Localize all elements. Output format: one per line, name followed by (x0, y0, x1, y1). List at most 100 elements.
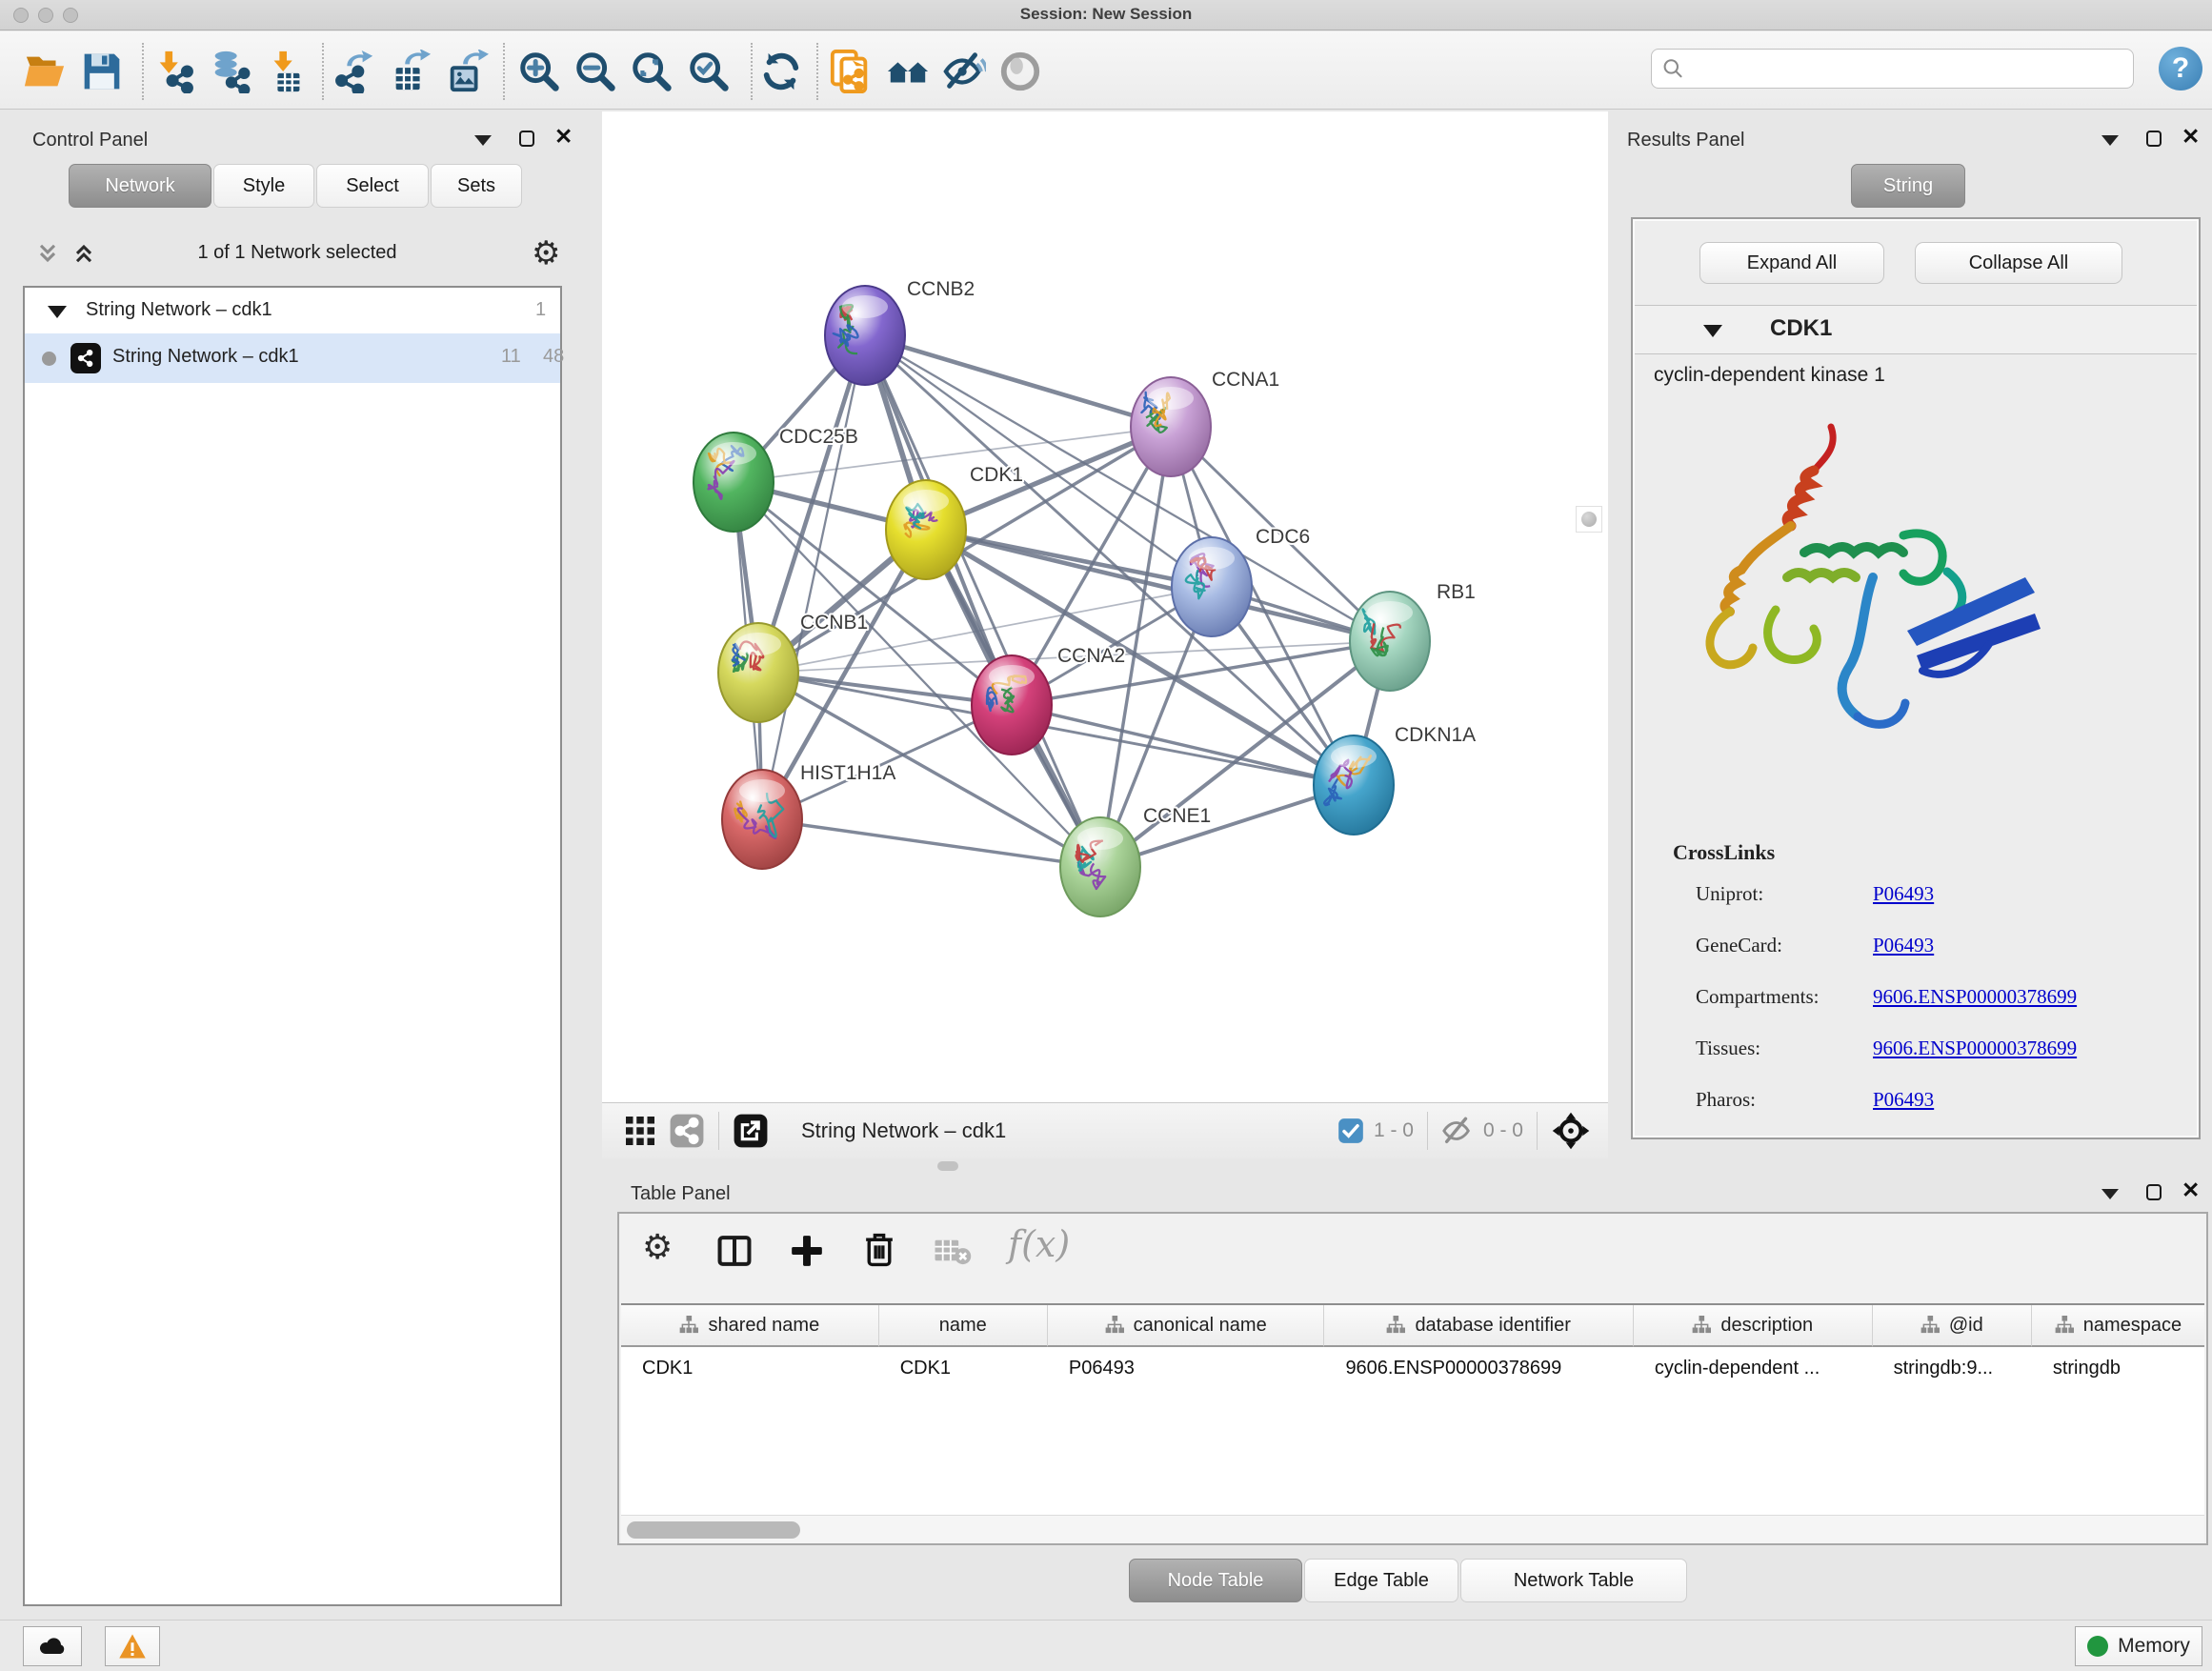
zoom-selected-icon[interactable] (686, 49, 732, 94)
column-header-namespace[interactable]: namespace (2032, 1305, 2204, 1347)
network-node-cdc25b[interactable] (694, 433, 774, 532)
network-node-ccna2[interactable] (972, 655, 1052, 755)
node-label-ccnb1: CCNB1 (800, 612, 868, 634)
open-session-icon[interactable] (22, 49, 68, 94)
table-panel-title: Table Panel (631, 1183, 731, 1205)
tab-node-table[interactable]: Node Table (1129, 1559, 1302, 1602)
show-columns-icon[interactable] (716, 1235, 753, 1267)
result-entry-header[interactable]: CDK1 (1635, 305, 2197, 354)
scrollbar-thumb[interactable] (627, 1521, 800, 1539)
birds-eye-view-icon[interactable] (623, 1114, 657, 1148)
refresh-view-icon[interactable] (758, 49, 804, 94)
panel-splitter-grip[interactable] (1576, 506, 1602, 533)
toolbar-separator (1537, 1112, 1538, 1150)
delete-table-icon[interactable] (934, 1237, 972, 1267)
tab-string-results[interactable]: String (1851, 164, 1965, 208)
tab-network-table[interactable]: Network Table (1460, 1559, 1687, 1602)
network-row[interactable]: String Network – cdk1 11 48 (25, 333, 560, 383)
network-status-dot-icon (42, 352, 56, 366)
zoom-in-icon[interactable] (516, 49, 562, 94)
network-node-cdc6[interactable] (1172, 537, 1252, 636)
tab-edge-table[interactable]: Edge Table (1304, 1559, 1458, 1602)
network-options-gear-icon[interactable]: ⚙ (532, 234, 560, 272)
hide-unhide-icon[interactable] (941, 49, 987, 94)
delete-column-trash-icon[interactable] (861, 1231, 897, 1269)
panel-close-icon[interactable]: ✕ (2182, 129, 2200, 145)
column-network-icon (1692, 1316, 1711, 1335)
tab-sets[interactable]: Sets (431, 164, 522, 208)
function-builder-icon[interactable]: f(x) (1008, 1223, 1070, 1265)
export-network-icon[interactable] (332, 49, 377, 94)
node-table: shared name name canonical name database… (621, 1303, 2204, 1515)
network-node-ccna1[interactable] (1131, 377, 1211, 476)
export-table-icon[interactable] (388, 49, 433, 94)
protein-structure-image (1661, 410, 2061, 791)
cloud-services-button[interactable] (23, 1626, 82, 1666)
share-document-icon[interactable] (828, 49, 874, 94)
application-window: Session: New Session (0, 0, 2212, 1671)
tab-style[interactable]: Style (213, 164, 314, 208)
panel-close-icon[interactable]: ✕ (554, 129, 573, 145)
network-collection-row[interactable]: String Network – cdk1 1 (25, 292, 560, 333)
tab-select[interactable]: Select (316, 164, 429, 208)
network-node-ccnb2[interactable] (825, 286, 905, 385)
crosslink-compartments-link[interactable]: 9606.ENSP00000378699 (1873, 985, 2077, 1009)
network-canvas[interactable]: CCNB2CCNA1CDC25BCDK1CDC6RB1CCNB1CCNA2CDK… (602, 111, 1608, 1102)
network-node-hist1h1a[interactable] (722, 770, 802, 869)
main-toolbar: ? (0, 31, 2212, 110)
save-session-icon[interactable] (79, 49, 125, 94)
hidden-eye-slash-icon[interactable] (1441, 1115, 1474, 1147)
column-header-description[interactable]: description (1634, 1305, 1873, 1347)
table-row[interactable]: CDK1 CDK1 P06493 9606.ENSP00000378699 cy… (621, 1347, 2204, 1389)
column-header-id[interactable]: @id (1873, 1305, 2032, 1347)
selected-checkbox-icon[interactable] (1337, 1117, 1364, 1144)
network-view[interactable]: CCNB2CCNA1CDC25BCDK1CDC6RB1CCNB1CCNA2CDK… (602, 111, 1608, 1158)
import-table-icon[interactable] (264, 49, 310, 94)
entry-collapse-icon[interactable] (1703, 325, 1722, 337)
collapse-all-button[interactable]: Collapse All (1915, 242, 2122, 284)
network-node-cdkn1a[interactable] (1314, 735, 1394, 835)
horizontal-splitter-grip[interactable] (937, 1161, 958, 1171)
import-network-database-icon[interactable] (207, 49, 252, 94)
column-header-shared-name[interactable]: shared name (621, 1305, 879, 1347)
collection-count: 1 (535, 299, 546, 321)
expand-all-button[interactable]: Expand All (1699, 242, 1884, 284)
open-in-browser-icon[interactable] (733, 1113, 769, 1149)
network-node-ccnb1[interactable] (718, 623, 798, 722)
import-network-file-icon[interactable] (151, 49, 197, 94)
crosslink-pharos-link[interactable]: P06493 (1873, 1088, 1934, 1112)
highlight-eye-icon[interactable] (997, 49, 1043, 94)
memory-button[interactable]: Memory (2075, 1626, 2202, 1666)
search-box[interactable] (1651, 49, 2134, 89)
tab-network[interactable]: Network (69, 164, 211, 208)
panel-menu-icon[interactable] (2101, 1189, 2119, 1199)
network-node-rb1[interactable] (1350, 592, 1430, 691)
panel-menu-icon[interactable] (474, 135, 492, 146)
crosslink-uniprot-link[interactable]: P06493 (1873, 882, 1934, 906)
table-horizontal-scrollbar[interactable] (621, 1515, 2204, 1543)
column-header-database-identifier[interactable]: database identifier (1324, 1305, 1633, 1347)
fit-content-crosshair-icon[interactable] (1551, 1111, 1591, 1151)
panel-float-icon[interactable] (2146, 131, 2162, 147)
zoom-out-icon[interactable] (573, 49, 618, 94)
panel-float-icon[interactable] (2146, 1184, 2162, 1200)
table-options-gear-icon[interactable]: ⚙ (642, 1227, 673, 1267)
add-column-icon[interactable] (789, 1233, 825, 1269)
homes-icon[interactable] (885, 49, 931, 94)
zoom-fit-icon[interactable] (629, 49, 674, 94)
crosslink-tissues-link[interactable]: 9606.ENSP00000378699 (1873, 1037, 2077, 1060)
export-image-icon[interactable] (444, 49, 490, 94)
column-header-name[interactable]: name (879, 1305, 1048, 1347)
network-node-ccne1[interactable] (1060, 817, 1140, 916)
panel-close-icon[interactable]: ✕ (2182, 1182, 2200, 1198)
help-button[interactable]: ? (2159, 47, 2202, 91)
panel-float-icon[interactable] (519, 131, 534, 147)
collection-expand-icon[interactable] (48, 306, 67, 318)
network-share-toggle-icon[interactable] (669, 1113, 705, 1149)
column-header-canonical-name[interactable]: canonical name (1048, 1305, 1325, 1347)
network-node-cdk1[interactable] (886, 480, 966, 579)
warnings-button[interactable] (105, 1626, 160, 1666)
crosslink-genecard-link[interactable]: P06493 (1873, 934, 1934, 957)
search-input[interactable] (1685, 57, 2123, 80)
panel-menu-icon[interactable] (2101, 135, 2119, 146)
